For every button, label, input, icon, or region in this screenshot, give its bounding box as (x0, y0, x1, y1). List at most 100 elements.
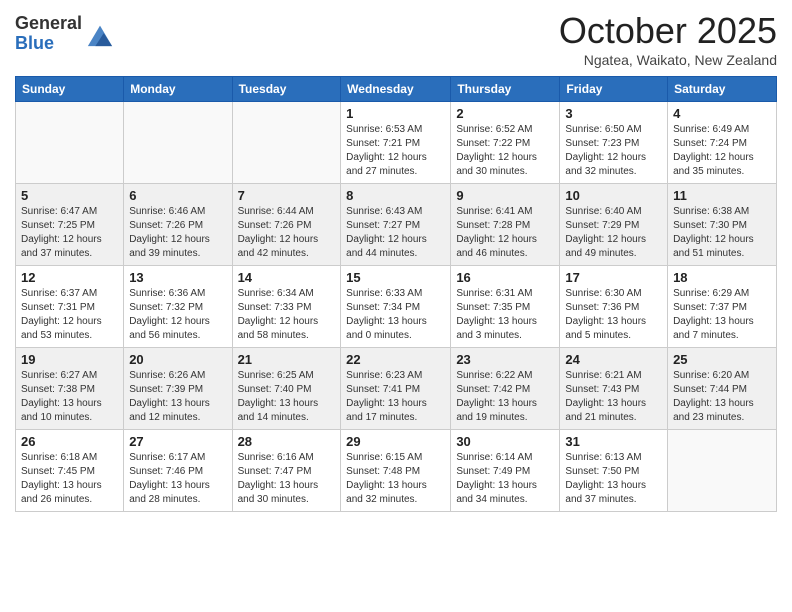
calendar-week-row: 12Sunrise: 6:37 AM Sunset: 7:31 PM Dayli… (16, 266, 777, 348)
day-info: Sunrise: 6:34 AM Sunset: 7:33 PM Dayligh… (238, 287, 336, 343)
table-row: 3Sunrise: 6:50 AM Sunset: 7:23 PM Daylig… (560, 102, 668, 184)
table-row: 30 Sunrise: 6:14 AM Sunset: 7:49 PM Dayli… (451, 430, 560, 512)
table-row: 9 Sunrise: 6:41 AM Sunset: 7:28 PM Daylig… (451, 184, 560, 266)
day-info: Sunrise: 6:15 AM Sunset: 7:48 PM Dayligh… (346, 451, 445, 507)
table-row: 2 Sunrise: 6:52 AM Sunset: 7:22 PM Daylig… (451, 102, 560, 184)
page-container: General Blue October 2025 Ngatea, Waikat… (0, 0, 792, 522)
day-info: Sunrise: 6:36 AM Sunset: 7:32 PM Dayligh… (129, 287, 226, 343)
table-row: 15Sunrise: 6:33 AM Sunset: 7:34 PM Dayli… (341, 266, 451, 348)
day-number: 10 (565, 188, 662, 203)
table-row: 14 Sunrise: 6:34 AM Sunset: 7:33 PM Dayli… (232, 266, 341, 348)
calendar-week-row: 5 Sunrise: 6:47 AM Sunset: 7:25 PM Daylig… (16, 184, 777, 266)
day-number: 30 (456, 434, 554, 449)
day-number: 26 (21, 434, 118, 449)
table-row (232, 102, 341, 184)
calendar-week-row: 1Sunrise: 6:53 AM Sunset: 7:21 PM Daylig… (16, 102, 777, 184)
day-number: 16 (456, 270, 554, 285)
calendar-header-row: Sunday Monday Tuesday Wednesday Thursday… (16, 77, 777, 102)
day-number: 28 (238, 434, 336, 449)
table-row: 26 Sunrise: 6:18 AM Sunset: 7:45 PM Dayli… (16, 430, 124, 512)
day-number: 2 (456, 106, 554, 121)
table-row: 8 Sunrise: 6:43 AM Sunset: 7:27 PM Daylig… (341, 184, 451, 266)
day-number: 7 (238, 188, 336, 203)
table-row: 4Sunrise: 6:49 AM Sunset: 7:24 PM Daylig… (668, 102, 777, 184)
table-row: 10Sunrise: 6:40 AM Sunset: 7:29 PM Dayli… (560, 184, 668, 266)
table-row: 29 Sunrise: 6:15 AM Sunset: 7:48 PM Dayli… (341, 430, 451, 512)
day-number: 19 (21, 352, 118, 367)
table-row: 27 Sunrise: 6:17 AM Sunset: 7:46 PM Dayli… (124, 430, 232, 512)
day-info: Sunrise: 6:44 AM Sunset: 7:26 PM Dayligh… (238, 205, 336, 261)
col-saturday: Saturday (668, 77, 777, 102)
day-number: 5 (21, 188, 118, 203)
day-number: 24 (565, 352, 662, 367)
day-info: Sunrise: 6:41 AM Sunset: 7:28 PM Dayligh… (456, 205, 554, 261)
day-info: Sunrise: 6:43 AM Sunset: 7:27 PM Dayligh… (346, 205, 445, 261)
day-number: 6 (129, 188, 226, 203)
table-row: 5 Sunrise: 6:47 AM Sunset: 7:25 PM Daylig… (16, 184, 124, 266)
table-row (124, 102, 232, 184)
day-info: Sunrise: 6:46 AM Sunset: 7:26 PM Dayligh… (129, 205, 226, 261)
day-number: 27 (129, 434, 226, 449)
logo-icon (86, 20, 114, 48)
day-info: Sunrise: 6:14 AM Sunset: 7:49 PM Dayligh… (456, 451, 554, 507)
table-row: 1Sunrise: 6:53 AM Sunset: 7:21 PM Daylig… (341, 102, 451, 184)
day-number: 18 (673, 270, 771, 285)
day-info: Sunrise: 6:33 AM Sunset: 7:34 PM Dayligh… (346, 287, 445, 343)
table-row: 13Sunrise: 6:36 AM Sunset: 7:32 PM Dayli… (124, 266, 232, 348)
table-row: 20 Sunrise: 6:26 AM Sunset: 7:39 PM Dayli… (124, 348, 232, 430)
table-row (16, 102, 124, 184)
calendar-table: Sunday Monday Tuesday Wednesday Thursday… (15, 76, 777, 512)
day-number: 29 (346, 434, 445, 449)
col-wednesday: Wednesday (341, 77, 451, 102)
day-number: 23 (456, 352, 554, 367)
table-row: 17 Sunrise: 6:30 AM Sunset: 7:36 PM Dayli… (560, 266, 668, 348)
day-info: Sunrise: 6:29 AM Sunset: 7:37 PM Dayligh… (673, 287, 771, 343)
day-info: Sunrise: 6:38 AM Sunset: 7:30 PM Dayligh… (673, 205, 771, 261)
day-info: Sunrise: 6:18 AM Sunset: 7:45 PM Dayligh… (21, 451, 118, 507)
table-row: 22Sunrise: 6:23 AM Sunset: 7:41 PM Dayli… (341, 348, 451, 430)
table-row: 11 Sunrise: 6:38 AM Sunset: 7:30 PM Dayli… (668, 184, 777, 266)
day-info: Sunrise: 6:47 AM Sunset: 7:25 PM Dayligh… (21, 205, 118, 261)
table-row: 18 Sunrise: 6:29 AM Sunset: 7:37 PM Dayli… (668, 266, 777, 348)
table-row: 6 Sunrise: 6:46 AM Sunset: 7:26 PM Daylig… (124, 184, 232, 266)
title-area: October 2025 Ngatea, Waikato, New Zealan… (559, 10, 777, 68)
table-row: 24Sunrise: 6:21 AM Sunset: 7:43 PM Dayli… (560, 348, 668, 430)
day-info: Sunrise: 6:17 AM Sunset: 7:46 PM Dayligh… (129, 451, 226, 507)
day-number: 8 (346, 188, 445, 203)
table-row: 31 Sunrise: 6:13 AM Sunset: 7:50 PM Dayli… (560, 430, 668, 512)
day-info: Sunrise: 6:53 AM Sunset: 7:21 PM Dayligh… (346, 123, 445, 179)
table-row (668, 430, 777, 512)
day-info: Sunrise: 6:49 AM Sunset: 7:24 PM Dayligh… (673, 123, 771, 179)
location: Ngatea, Waikato, New Zealand (559, 52, 777, 68)
day-number: 11 (673, 188, 771, 203)
logo-blue: Blue (15, 34, 82, 54)
logo: General Blue (15, 14, 114, 54)
table-row: 12Sunrise: 6:37 AM Sunset: 7:31 PM Dayli… (16, 266, 124, 348)
day-number: 31 (565, 434, 662, 449)
day-info: Sunrise: 6:26 AM Sunset: 7:39 PM Dayligh… (129, 369, 226, 425)
calendar-week-row: 19 Sunrise: 6:27 AM Sunset: 7:38 PM Dayli… (16, 348, 777, 430)
day-info: Sunrise: 6:27 AM Sunset: 7:38 PM Dayligh… (21, 369, 118, 425)
table-row: 21Sunrise: 6:25 AM Sunset: 7:40 PM Dayli… (232, 348, 341, 430)
day-number: 17 (565, 270, 662, 285)
day-info: Sunrise: 6:52 AM Sunset: 7:22 PM Dayligh… (456, 123, 554, 179)
table-row: 25Sunrise: 6:20 AM Sunset: 7:44 PM Dayli… (668, 348, 777, 430)
col-thursday: Thursday (451, 77, 560, 102)
day-number: 20 (129, 352, 226, 367)
table-row: 7 Sunrise: 6:44 AM Sunset: 7:26 PM Daylig… (232, 184, 341, 266)
day-info: Sunrise: 6:22 AM Sunset: 7:42 PM Dayligh… (456, 369, 554, 425)
day-info: Sunrise: 6:13 AM Sunset: 7:50 PM Dayligh… (565, 451, 662, 507)
day-number: 22 (346, 352, 445, 367)
day-number: 9 (456, 188, 554, 203)
day-number: 25 (673, 352, 771, 367)
day-number: 21 (238, 352, 336, 367)
page-header: General Blue October 2025 Ngatea, Waikat… (15, 10, 777, 68)
month-title: October 2025 (559, 10, 777, 52)
day-info: Sunrise: 6:31 AM Sunset: 7:35 PM Dayligh… (456, 287, 554, 343)
day-number: 14 (238, 270, 336, 285)
day-info: Sunrise: 6:16 AM Sunset: 7:47 PM Dayligh… (238, 451, 336, 507)
col-sunday: Sunday (16, 77, 124, 102)
day-info: Sunrise: 6:30 AM Sunset: 7:36 PM Dayligh… (565, 287, 662, 343)
logo-text: General Blue (15, 14, 82, 54)
day-info: Sunrise: 6:37 AM Sunset: 7:31 PM Dayligh… (21, 287, 118, 343)
